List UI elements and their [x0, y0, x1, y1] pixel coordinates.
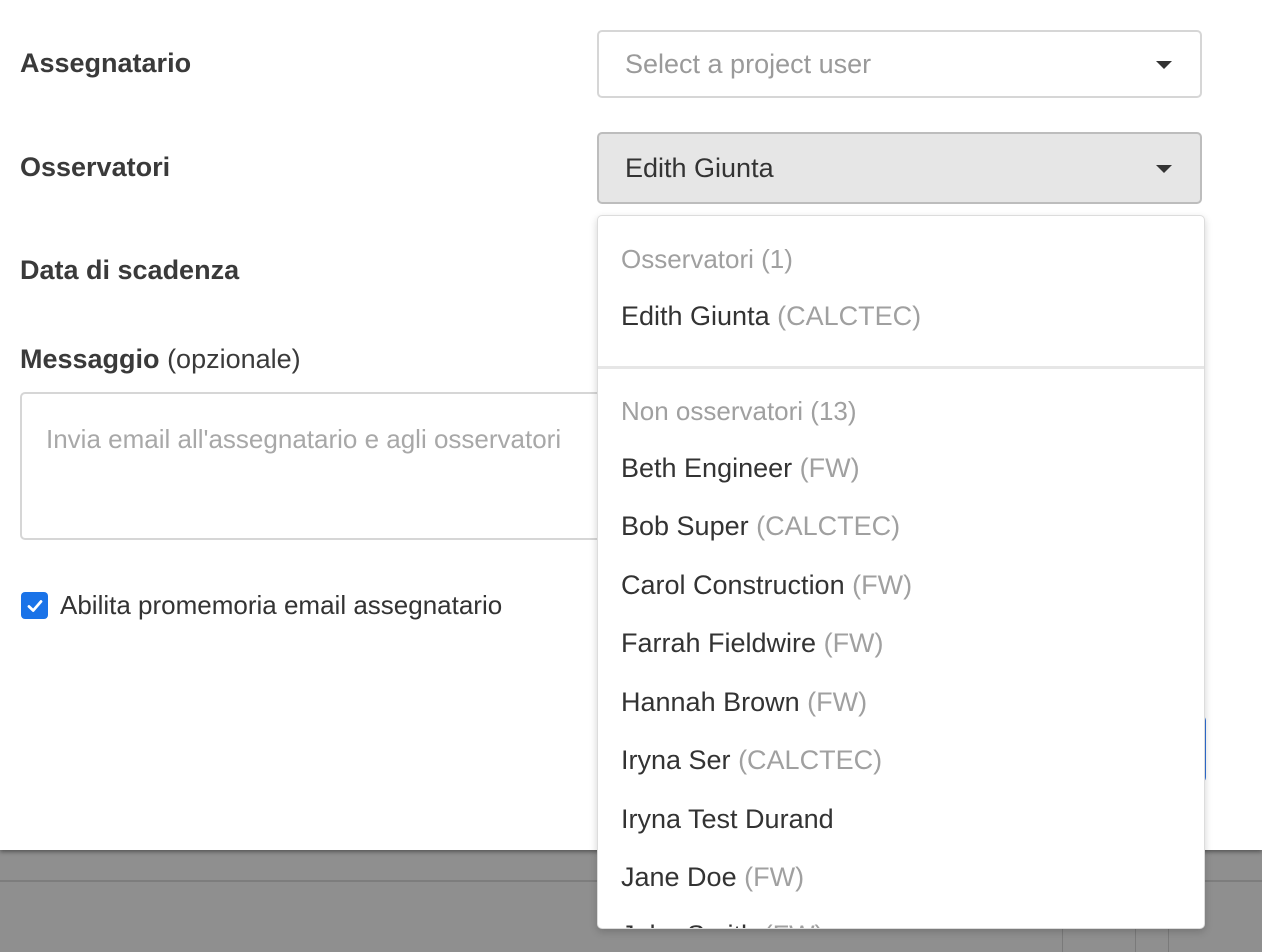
- option-name: Jane Doe: [621, 862, 737, 892]
- checkmark-icon: [27, 599, 42, 612]
- assign-task-modal: Assegnatario Select a project user Osser…: [0, 0, 1262, 929]
- assignee-select[interactable]: Select a project user: [597, 30, 1202, 98]
- option-name: Bob Super: [621, 511, 749, 541]
- dropdown-option[interactable]: Jane Doe (FW): [621, 862, 804, 893]
- message-optional-text: (opzionale): [167, 344, 301, 374]
- assignee-label: Assegnatario: [20, 48, 192, 78]
- dropdown-option[interactable]: Edith Giunta (CALCTEC): [621, 301, 921, 332]
- option-name: Farrah Fieldwire: [621, 628, 817, 658]
- option-name: Iryna Test Durand: [621, 804, 834, 834]
- dropdown-option[interactable]: Hannah Brown (FW): [621, 687, 867, 718]
- dropdown-option[interactable]: Iryna Test Durand: [621, 804, 834, 835]
- dropdown-option[interactable]: Carol Construction (FW): [621, 570, 912, 601]
- observers-label: Osservatori: [20, 152, 171, 182]
- others-group-header: Non osservatori (13): [621, 396, 857, 426]
- option-org: (FW): [852, 570, 913, 600]
- option-org: (FW): [807, 687, 868, 717]
- dropdown-option[interactable]: Beth Engineer (FW): [621, 453, 860, 484]
- due-date-label: Data di scadenza: [20, 255, 240, 285]
- group-divider: [598, 366, 1204, 369]
- option-org: (CALCTEC): [738, 745, 883, 775]
- reminder-checkbox[interactable]: [21, 592, 48, 619]
- chevron-down-icon: [1156, 165, 1172, 173]
- selected-group-header: Osservatori (1): [621, 244, 793, 274]
- option-name: Carol Construction: [621, 570, 845, 600]
- observers-select[interactable]: Edith Giunta: [597, 132, 1202, 204]
- dropdown-option[interactable]: Bob Super (CALCTEC): [621, 511, 900, 542]
- option-name: Iryna Ser: [621, 745, 731, 775]
- option-org: (FW): [823, 628, 884, 658]
- observers-dropdown: Osservatori (1) Edith Giunta (CALCTEC) N…: [597, 215, 1205, 929]
- chevron-down-icon: [1156, 61, 1172, 69]
- assignee-placeholder: Select a project user: [625, 48, 872, 79]
- option-org: (FW): [799, 453, 860, 483]
- message-label-text: Messaggio: [20, 344, 160, 374]
- option-org: (CALCTEC): [756, 511, 901, 541]
- dropdown-option[interactable]: John Smith (FW): [621, 920, 824, 928]
- option-name: Beth Engineer: [621, 453, 793, 483]
- option-org: (CALCTEC): [777, 301, 922, 331]
- message-placeholder: Invia email all'assegnatario e agli osse…: [46, 424, 562, 454]
- option-org: (FW): [764, 920, 824, 928]
- dropdown-option[interactable]: Farrah Fieldwire (FW): [621, 628, 884, 659]
- option-name: Hannah Brown: [621, 687, 800, 717]
- option-org: (FW): [744, 862, 805, 892]
- option-name: Edith Giunta: [621, 301, 770, 331]
- observers-selected-value: Edith Giunta: [625, 152, 774, 183]
- dropdown-option[interactable]: Iryna Ser (CALCTEC): [621, 745, 882, 776]
- option-name: John Smith: [621, 920, 756, 928]
- message-label: Messaggio (opzionale): [20, 344, 301, 375]
- reminder-label: Abilita promemoria email assegnatario: [60, 590, 503, 620]
